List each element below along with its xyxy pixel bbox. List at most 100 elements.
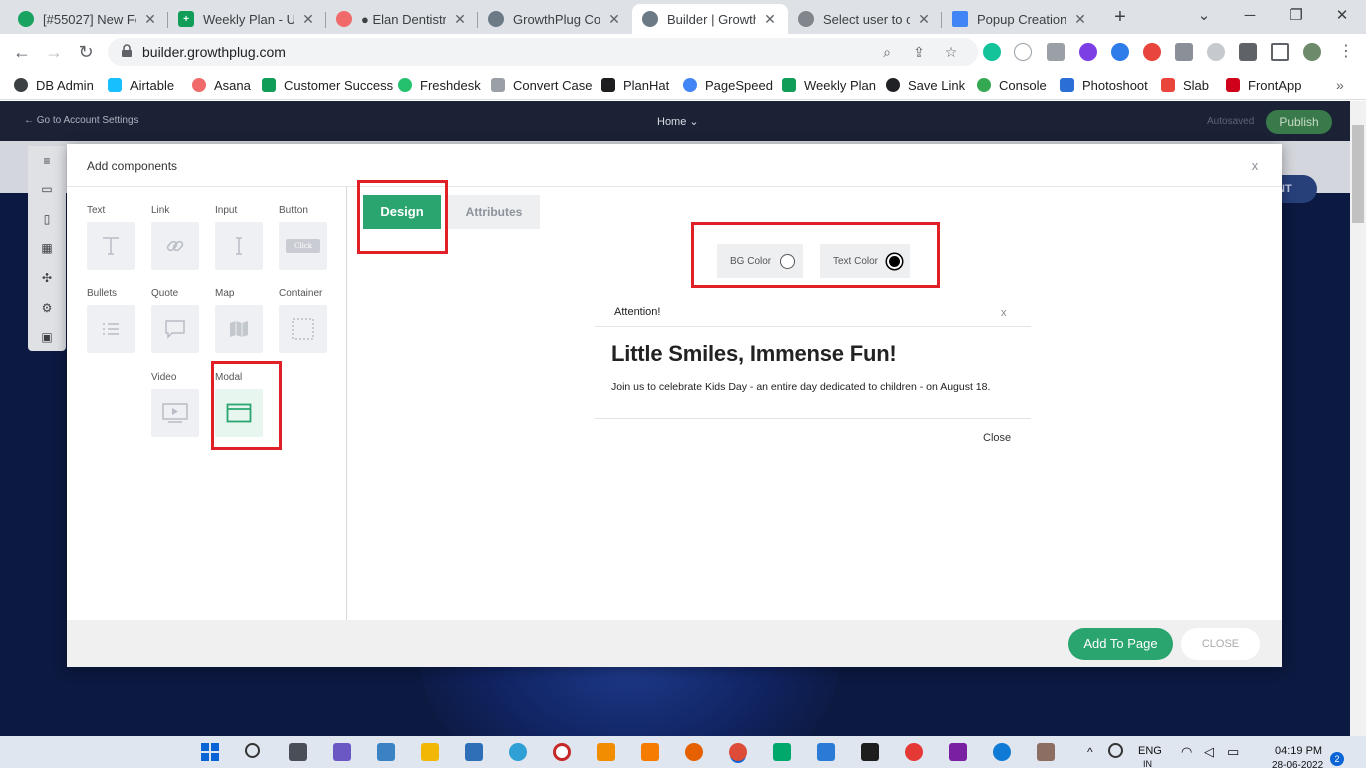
bookmark-item[interactable]: DB Admin [14,76,94,94]
component-button[interactable]: Button Click [279,205,327,270]
menu-icon[interactable]: ≡ [40,154,54,168]
photos-icon[interactable] [377,743,395,761]
wifi-icon[interactable]: ◠ [1181,744,1192,760]
component-container[interactable]: Container [279,288,327,353]
page-icon[interactable]: ▯ [40,212,54,226]
extension-icon[interactable] [1175,43,1193,61]
bookmark-item[interactable]: Weekly Plan [782,76,876,94]
window-close-button[interactable]: ✕ [1322,4,1362,30]
gear-icon[interactable]: ⚙ [40,301,54,315]
maps-pin-icon[interactable] [905,743,923,761]
tab-attributes[interactable]: Attributes [448,195,540,229]
bookmark-star-icon[interactable]: ☆ [942,43,960,61]
bookmark-item[interactable]: Airtable [108,76,174,94]
component-text[interactable]: Text [87,205,135,270]
bookmark-item[interactable]: Console [977,76,1047,94]
browser-tab-active[interactable]: Builder | GrowthPlug ✕ [632,4,788,34]
formula-icon[interactable] [1014,43,1032,61]
shield-icon[interactable] [1207,43,1225,61]
close-tab-icon[interactable]: ✕ [452,11,468,28]
clock-time[interactable]: 04:19 PM [1275,745,1322,757]
firefox-icon[interactable] [685,743,703,761]
bookmark-item[interactable]: Slab [1161,76,1209,94]
bookmark-item[interactable]: PageSpeed [683,76,773,94]
component-video[interactable]: Video [151,372,199,437]
bookmark-item[interactable]: PlanHat [601,76,669,94]
onenote-icon[interactable] [949,743,967,761]
vlc-icon[interactable] [641,743,659,761]
folder-icon[interactable]: ▭ [40,182,54,196]
extension-icon[interactable] [1143,43,1161,61]
browser-tab[interactable]: Select user to change ✕ [788,4,942,34]
back-to-settings-link[interactable]: ← Go to Account Settings [24,115,139,126]
task-view-icon[interactable] [289,743,307,761]
page-scrollbar[interactable] [1350,101,1366,736]
bookmark-item[interactable]: Save Link [886,76,965,94]
close-button[interactable]: CLOSE [1181,628,1260,660]
bookmark-item[interactable]: Convert Case [491,76,592,94]
address-bar[interactable]: builder.growthplug.com ⌕ ⇪ ☆ [108,38,978,66]
forward-arrow-icon[interactable]: → [42,40,66,64]
sublime-text-icon[interactable] [597,743,615,761]
extension-icon[interactable] [1111,43,1129,61]
preview-close-link[interactable]: Close [983,432,1011,444]
pycharm-icon[interactable] [861,743,879,761]
app-icon[interactable] [1037,743,1055,761]
grammarly-icon[interactable] [983,43,1001,61]
close-tab-icon[interactable]: ✕ [300,11,316,28]
reload-icon[interactable]: ↻ [74,40,98,64]
contact-icon[interactable]: ▣ [40,330,54,344]
minimize-button[interactable]: ─ [1230,4,1270,30]
close-tab-icon[interactable]: ✕ [142,11,158,28]
puzzle-icon[interactable] [1239,43,1257,61]
page-selector-dropdown[interactable]: Home ⌄ [657,115,699,128]
preview-close-icon[interactable]: x [1001,307,1007,319]
browser-tab[interactable]: GrowthPlug Console ✕ [478,4,632,34]
notepad-icon[interactable] [817,743,835,761]
scrollbar-thumb[interactable] [1352,125,1364,223]
add-to-page-button[interactable]: Add To Page [1068,628,1173,660]
app-icon[interactable] [509,743,527,761]
new-tab-button[interactable]: + [1108,6,1132,30]
component-quote[interactable]: Quote [151,288,199,353]
zoom-icon[interactable]: ⌕ [878,43,896,61]
color-picker-icon[interactable] [1079,43,1097,61]
bg-color-swatch[interactable] [780,253,796,269]
bookmark-item[interactable]: Freshdesk [398,76,481,94]
edge-icon[interactable] [993,743,1011,761]
bookmark-item[interactable]: Photoshoot [1060,76,1148,94]
layout-icon[interactable]: ▦ [40,241,54,255]
back-arrow-icon[interactable]: ← [10,40,34,64]
browser-tab[interactable]: + Weekly Plan - UI/UX ✕ [168,4,326,34]
close-tab-icon[interactable]: ✕ [916,11,932,28]
windows-start-icon[interactable] [201,743,219,761]
close-tab-icon[interactable]: ✕ [762,11,778,28]
app-icon[interactable] [553,743,571,761]
tab-design[interactable]: Design [363,195,441,229]
close-tab-icon[interactable]: ✕ [1072,11,1088,28]
bookmark-item[interactable]: Customer Success [262,76,393,94]
clock-date[interactable]: 28-06-2022 [1272,760,1323,768]
tray-overflow-icon[interactable]: ^ [1087,745,1093,759]
browser-tab[interactable]: ● Elan Dentistry - As ✕ [326,4,478,34]
sync-icon[interactable] [1108,743,1123,758]
meet-icon[interactable] [773,743,791,761]
browser-tab[interactable]: [#55027] New Feature ✕ [8,4,168,34]
app-icon[interactable] [465,743,483,761]
menu-kebab-icon[interactable]: ⋮ [1334,40,1358,64]
publish-button[interactable]: Publish [1266,110,1332,134]
media-icon[interactable] [333,743,351,761]
modal-close-icon[interactable]: x [1249,158,1261,173]
tab-search-icon[interactable]: ⌄ [1184,4,1224,30]
bookmark-item[interactable]: FrontApp [1226,76,1301,94]
share-icon[interactable]: ⇪ [910,43,928,61]
notification-badge[interactable]: 2 [1330,752,1344,766]
component-link[interactable]: Link [151,205,199,270]
bookmarks-overflow-icon[interactable]: » [1336,76,1344,94]
restore-button[interactable]: ❐ [1276,4,1316,30]
component-input[interactable]: Input [215,205,263,270]
speaker-icon[interactable]: ◁ [1204,744,1214,760]
browser-tab[interactable]: Popup Creation - Go ✕ [942,4,1098,34]
puzzle-icon[interactable]: ✣ [40,271,54,285]
avatar[interactable] [1303,43,1321,61]
